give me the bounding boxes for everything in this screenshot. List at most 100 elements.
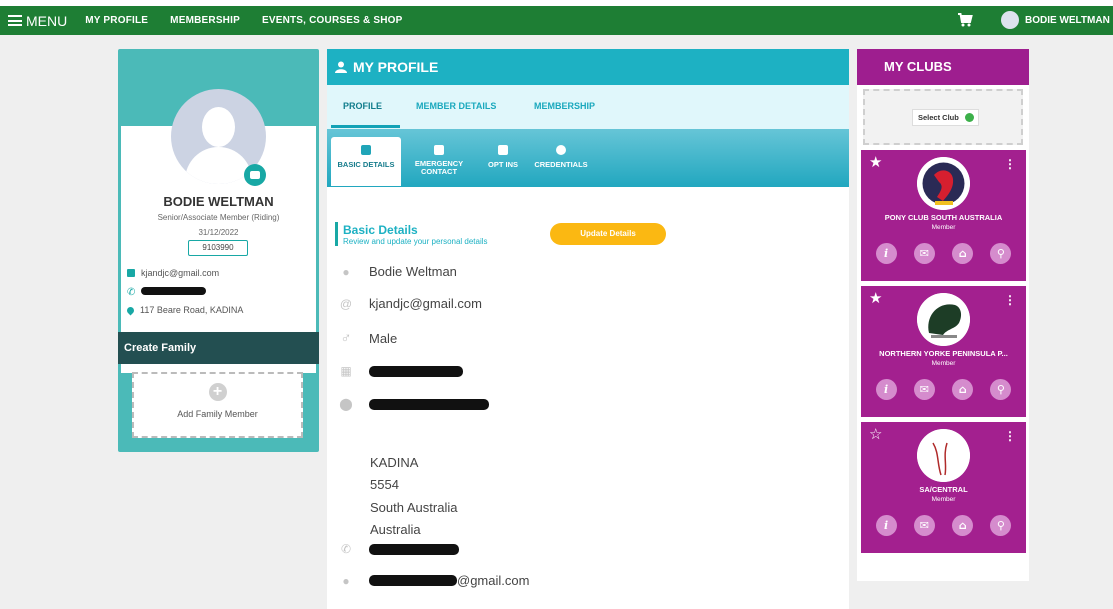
select-club-label: Select Club (918, 113, 959, 122)
detail-city: KADINA (370, 455, 419, 470)
active-tab-indicator (331, 125, 400, 128)
phone-icon: ✆ (127, 287, 136, 298)
tab-member-details[interactable]: MEMBER DETAILS (416, 101, 496, 111)
detail-country: Australia (370, 522, 421, 537)
redacted-birthdate (369, 365, 463, 377)
detail-email: @ kjandjc@gmail.com (339, 296, 482, 311)
club-logo (917, 293, 970, 346)
envelope-icon (127, 269, 135, 277)
more-options-icon[interactable]: ⋮ (1004, 293, 1016, 307)
contact-address-text: 117 Beare Road, KADINA (140, 305, 244, 315)
more-options-icon[interactable]: ⋮ (1004, 429, 1016, 443)
contact-phone: ✆ (127, 287, 206, 298)
home-icon[interactable]: ⌂ (952, 515, 974, 536)
member-search-icon[interactable]: ⚲ (990, 515, 1012, 536)
tab-membership[interactable]: MEMBERSHIP (534, 101, 595, 111)
mail-icon[interactable]: ✉ (913, 243, 935, 264)
detail-postcode: 5554 (370, 477, 399, 492)
subtab-emergency-contact[interactable]: EMERGENCY CONTACT (408, 137, 470, 186)
detail-gender: ♂ Male (339, 330, 397, 347)
contact-address: 117 Beare Road, KADINA (125, 305, 244, 315)
detail-secondary-email: ● @gmail.com (339, 573, 529, 588)
subtab-credentials[interactable]: CREDENTIALS (530, 137, 592, 186)
club-card-1[interactable]: ★ ⋮ PONY CLUB SOUTH AUSTRALIA Member i ✉… (861, 150, 1026, 281)
add-family-member-button[interactable]: + Add Family Member (132, 372, 303, 438)
user-name[interactable]: BODIE WELTMAN (1025, 15, 1110, 26)
subtab-opt-ins[interactable]: OPT INS (472, 137, 534, 186)
club-actions: i ✉ ⌂ ⚲ (861, 379, 1026, 400)
at-icon: @ (339, 296, 353, 311)
info-icon[interactable]: i (875, 379, 897, 400)
member-number: 9103990 (188, 240, 248, 256)
info-icon[interactable]: i (875, 243, 897, 264)
calendar-icon: ▦ (340, 364, 352, 378)
home-icon[interactable]: ⌂ (952, 243, 974, 264)
club-role: Member (931, 224, 956, 231)
user-avatar[interactable] (1001, 11, 1019, 29)
member-search-icon[interactable]: ⚲ (990, 243, 1012, 264)
contact-email-text: kjandjc@gmail.com (141, 268, 220, 278)
subtab-basic-details-label: BASIC DETAILS (337, 160, 395, 169)
person-icon (361, 145, 371, 155)
member-search-icon[interactable]: ⚲ (990, 379, 1012, 400)
tab-profile[interactable]: PROFILE (343, 101, 382, 111)
star-outline-icon[interactable]: ☆ (869, 425, 882, 443)
info-icon[interactable]: i (875, 515, 897, 536)
redacted-email-user (369, 575, 457, 586)
profile-card: BODIE WELTMAN Senior/Associate Member (R… (118, 49, 319, 452)
add-family-label: Add Family Member (177, 409, 258, 419)
badge-icon (556, 145, 566, 155)
club-actions: i ✉ ⌂ ⚲ (861, 243, 1026, 264)
profile-tabs: PROFILE MEMBER DETAILS MEMBERSHIP (327, 85, 849, 129)
membership-type: Senior/Associate Member (Riding) (157, 213, 280, 222)
club-name: SA/CENTRAL (919, 485, 968, 494)
menu-label: MENU (26, 12, 68, 29)
phone-icon: ✆ (340, 542, 352, 556)
club-role: Member (931, 360, 956, 367)
detail-secondary-email-suffix: @gmail.com (457, 573, 530, 588)
create-family-header: Create Family (118, 332, 319, 364)
subtab-basic-details[interactable]: BASIC DETAILS (331, 137, 401, 186)
profile-panel: MY PROFILE PROFILE MEMBER DETAILS MEMBER… (327, 49, 849, 609)
club-card-2[interactable]: ★ ⋮ NORTHERN YORKE PENINSULA P... Member… (861, 286, 1026, 417)
club-logo (917, 157, 970, 210)
profile-panel-header: MY PROFILE (327, 49, 849, 85)
home-icon[interactable]: ⌂ (952, 379, 974, 400)
mail-icon[interactable]: ✉ (913, 379, 935, 400)
camera-icon[interactable] (244, 164, 266, 186)
redacted-phone (141, 287, 206, 295)
update-details-button[interactable]: Update Details (550, 223, 666, 245)
club-logo (917, 429, 970, 482)
profile-name: BODIE WELTMAN (163, 194, 274, 209)
club-name: PONY CLUB SOUTH AUSTRALIA (884, 213, 1003, 222)
membership-expiry: 31/12/2022 (198, 228, 239, 237)
cart-icon[interactable] (957, 12, 973, 28)
detail-gender-text: Male (369, 331, 398, 346)
nav-link-my-profile[interactable]: MY PROFILE (85, 15, 148, 26)
detail-email-text: kjandjc@gmail.com (369, 296, 482, 311)
club-name: NORTHERN YORKE PENINSULA P... (879, 349, 1008, 358)
star-filled-icon[interactable]: ★ (869, 289, 882, 307)
club-card-3[interactable]: ☆ ⋮ SA/CENTRAL Member i ✉ ⌂ ⚲ (861, 422, 1026, 553)
more-options-icon[interactable]: ⋮ (1004, 157, 1016, 171)
person-icon: ● (342, 573, 350, 588)
detail-phone: ✆ (339, 542, 459, 556)
select-club-button[interactable]: Select Club (912, 109, 979, 126)
profile-panel-title: MY PROFILE (353, 59, 439, 75)
list-icon (498, 145, 508, 155)
menu-button[interactable]: MENU (8, 13, 67, 29)
club-actions: i ✉ ⌂ ⚲ (861, 515, 1026, 536)
male-icon: ♂ (340, 330, 352, 347)
add-circle-icon (965, 113, 974, 122)
location-pin-icon (125, 305, 136, 315)
nav-link-events[interactable]: EVENTS, COURSES & SHOP (262, 15, 403, 26)
profile-subtabs: BASIC DETAILS EMERGENCY CONTACT OPT INS … (327, 129, 849, 187)
detail-birthdate: ▦ (339, 364, 463, 378)
detail-address: ⬤ (339, 397, 489, 411)
nav-link-membership[interactable]: MEMBERSHIP (170, 15, 240, 26)
mail-icon[interactable]: ✉ (913, 515, 935, 536)
contact-email: kjandjc@gmail.com (127, 268, 219, 278)
section-title: Basic Details (343, 223, 418, 237)
star-filled-icon[interactable]: ★ (869, 153, 882, 171)
club-role: Member (931, 496, 956, 503)
